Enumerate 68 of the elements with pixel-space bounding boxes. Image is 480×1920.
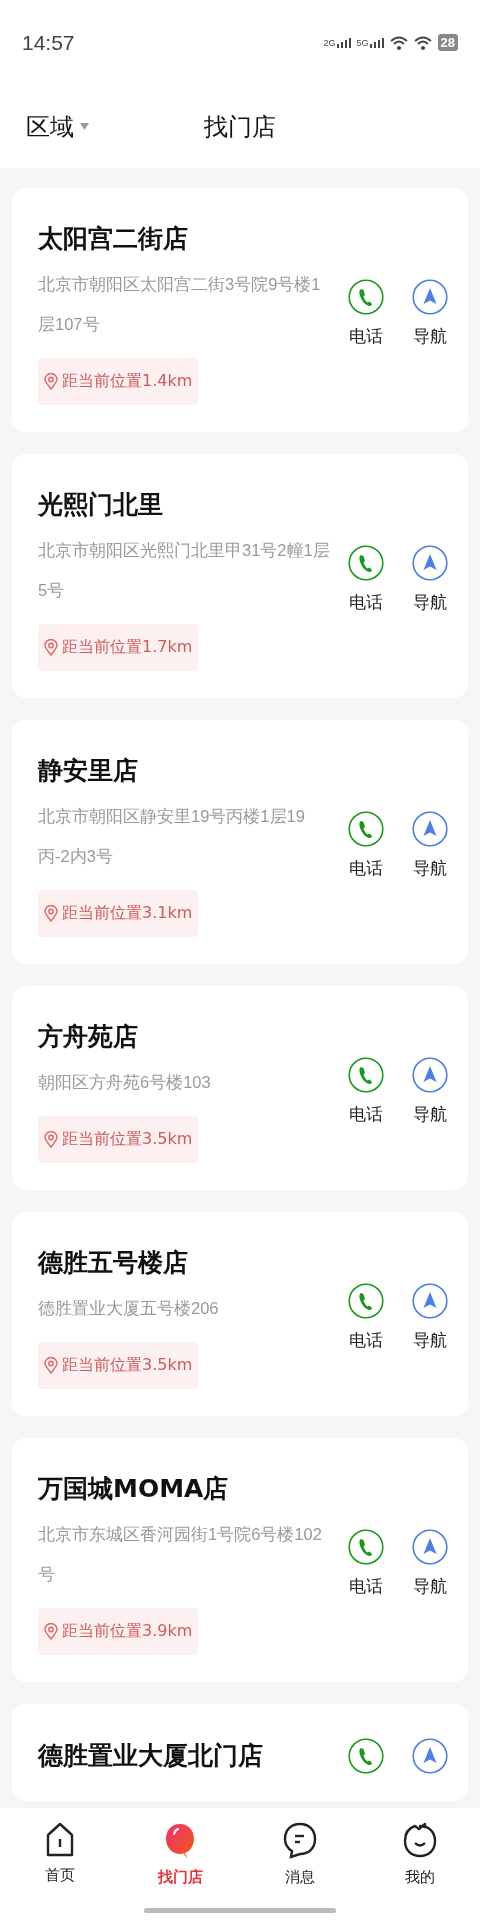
navigate-button[interactable]: 导航 bbox=[406, 1283, 454, 1352]
balloon-icon bbox=[163, 1822, 197, 1860]
call-button[interactable]: 电话 bbox=[342, 811, 390, 880]
phone-icon bbox=[348, 279, 384, 315]
status-time: 14:57 bbox=[22, 30, 75, 55]
phone-icon bbox=[348, 1283, 384, 1319]
nav-tab[interactable]: 我的 bbox=[380, 1822, 460, 1887]
store-card[interactable]: 德胜置业大厦北门店 bbox=[12, 1704, 468, 1801]
store-name: 德胜置业大厦北门店 bbox=[38, 1740, 263, 1772]
store-card[interactable]: 光熙门北里 北京市朝阳区光熙门北里甲31号2幢1层5号 距当前位置1.7km 电话 导航 bbox=[12, 454, 468, 698]
phone-icon bbox=[348, 1738, 384, 1774]
distance-tag: 距当前位置1.4km bbox=[38, 358, 199, 405]
location-pin-icon bbox=[44, 373, 58, 390]
store-address: 北京市朝阳区太阳宫二街3号院9号楼1层107号 bbox=[38, 274, 322, 335]
store-card[interactable]: 德胜五号楼店 德胜置业大厦五号楼206 距当前位置3.5km 电话 导航 bbox=[12, 1212, 468, 1416]
location-pin-icon bbox=[44, 905, 58, 922]
store-card[interactable]: 方舟苑店 朝阳区方舟苑6号楼103 距当前位置3.5km 电话 导航 bbox=[12, 986, 468, 1190]
region-dropdown[interactable]: 区域 bbox=[26, 110, 89, 143]
store-name: 方舟苑店 bbox=[38, 1021, 138, 1053]
wifi-icon bbox=[413, 34, 432, 51]
smiley-face-icon bbox=[403, 1822, 437, 1860]
distance-tag: 距当前位置3.9km bbox=[38, 1608, 199, 1655]
page-title: 找门店 bbox=[204, 111, 276, 143]
store-name: 静安里店 bbox=[38, 755, 138, 787]
signal-indicator: 5G bbox=[356, 37, 384, 48]
nav-tab[interactable]: 首页 bbox=[20, 1822, 100, 1885]
call-button[interactable]: 电话 bbox=[342, 1529, 390, 1598]
store-address: 德胜置业大厦五号楼206 bbox=[38, 1298, 219, 1319]
nav-tab[interactable]: 找门店 bbox=[140, 1822, 220, 1887]
navigate-button[interactable]: 导航 bbox=[406, 545, 454, 614]
distance-tag: 距当前位置1.7km bbox=[38, 624, 199, 671]
distance-tag: 距当前位置3.1km bbox=[38, 890, 199, 937]
store-name: 光熙门北里 bbox=[38, 489, 163, 521]
chat-bubble-icon bbox=[283, 1822, 317, 1860]
wifi-icon bbox=[389, 34, 408, 51]
phone-icon bbox=[348, 811, 384, 847]
phone-icon bbox=[348, 1529, 384, 1565]
store-address: 北京市朝阳区静安里19号丙楼1层19丙-2内3号 bbox=[38, 806, 306, 867]
navigate-button[interactable]: 导航 bbox=[406, 1057, 454, 1126]
phone-icon bbox=[348, 545, 384, 581]
location-pin-icon bbox=[44, 1357, 58, 1374]
location-pin-icon bbox=[44, 1131, 58, 1148]
house-icon bbox=[45, 1822, 75, 1858]
store-name: 万国城MOMA店 bbox=[38, 1473, 229, 1505]
distance-tag: 距当前位置3.5km bbox=[38, 1342, 199, 1389]
store-card[interactable]: 太阳宫二街店 北京市朝阳区太阳宫二街3号院9号楼1层107号 距当前位置1.4km 电话 导航 bbox=[12, 188, 468, 432]
caret-icon bbox=[80, 123, 89, 130]
call-button[interactable]: 电话 bbox=[342, 1057, 390, 1126]
phone-icon bbox=[348, 1057, 384, 1093]
store-address: 北京市朝阳区光熙门北里甲31号2幢1层5号 bbox=[38, 540, 331, 601]
navigate-button[interactable]: 导航 bbox=[406, 1529, 454, 1598]
call-button[interactable]: 电话 bbox=[342, 545, 390, 614]
distance-tag: 距当前位置3.5km bbox=[38, 1116, 199, 1163]
store-address: 朝阳区方舟苑6号楼103 bbox=[38, 1072, 211, 1093]
signal-indicator: 2G bbox=[323, 37, 351, 48]
store-card[interactable]: 静安里店 北京市朝阳区静安里19号丙楼1层19丙-2内3号 距当前位置3.1km 电话 导航 bbox=[12, 720, 468, 964]
battery-indicator: 28 bbox=[437, 34, 458, 51]
store-card[interactable]: 万国城MOMA店 北京市东城区香河园街1号院6号楼102号 距当前位置3.9km 电话 导航 bbox=[12, 1438, 468, 1682]
store-name: 太阳宫二街店 bbox=[38, 223, 188, 255]
call-button[interactable]: 电话 bbox=[342, 1283, 390, 1352]
navigate-button[interactable]: 导航 bbox=[406, 811, 454, 880]
location-pin-icon bbox=[44, 639, 58, 656]
nav-tab[interactable]: 消息 bbox=[260, 1822, 340, 1887]
store-name: 德胜五号楼店 bbox=[38, 1247, 188, 1279]
navigate-button[interactable]: 导航 bbox=[406, 279, 454, 348]
store-address: 北京市东城区香河园街1号院6号楼102号 bbox=[38, 1524, 323, 1585]
call-button[interactable]: 电话 bbox=[342, 279, 390, 348]
location-pin-icon bbox=[44, 1623, 58, 1640]
